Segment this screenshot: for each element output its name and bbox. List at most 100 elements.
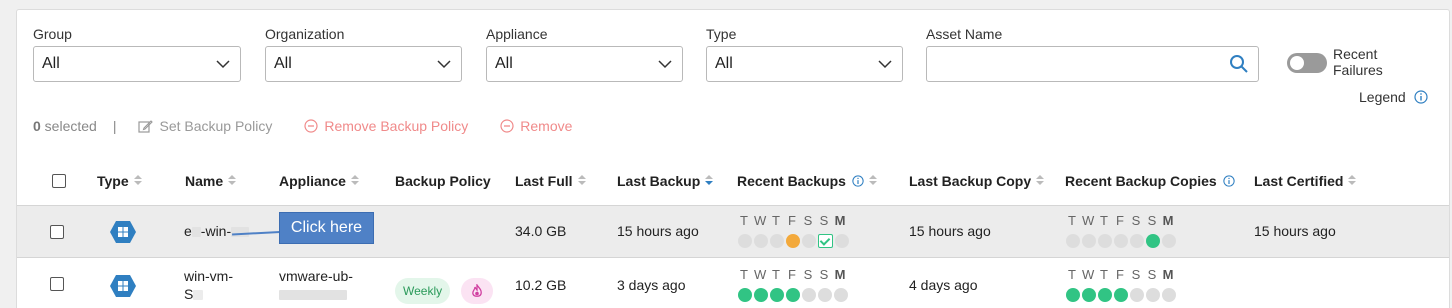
copy-status-dot[interactable] xyxy=(1146,288,1160,302)
organization-select[interactable]: All xyxy=(265,46,462,82)
column-header-backup-policy: Backup Policy xyxy=(395,173,491,189)
column-header-recent-backups[interactable]: Recent Backups xyxy=(737,158,877,204)
legend-link[interactable]: Legend xyxy=(1359,89,1428,105)
asset-name-search-input[interactable] xyxy=(926,46,1259,82)
column-header-recent-backup-copies[interactable]: Recent Backup Copies xyxy=(1065,158,1235,204)
asset-name-cell[interactable]: e -win- xyxy=(184,223,250,239)
column-header-last-backup-copy[interactable]: Last Backup Copy xyxy=(909,158,1045,204)
recent-copies-status xyxy=(1066,288,1178,302)
backup-status-dot[interactable] xyxy=(770,234,784,248)
appliance-cell: vmware-ub- xyxy=(279,267,353,303)
copy-status-dot[interactable] xyxy=(1130,234,1144,248)
table-row[interactable]: e -win- 34.0 GB 15 hours ago TWTFSSM 15 h… xyxy=(17,205,1449,258)
last-backup-cell: 3 days ago xyxy=(617,277,686,293)
protection-panel: Group All Organization All Appliance All… xyxy=(16,9,1450,308)
last-certified-cell: 15 hours ago xyxy=(1254,223,1336,239)
type-select[interactable]: All xyxy=(706,46,903,82)
appliance-filter: Appliance All xyxy=(486,24,683,82)
backup-status-dot-success[interactable] xyxy=(770,288,784,302)
info-icon[interactable] xyxy=(852,175,864,187)
appliance-select-value: All xyxy=(495,55,513,72)
select-all-checkbox[interactable] xyxy=(52,174,66,188)
backup-status-dot-success[interactable] xyxy=(738,288,752,302)
recent-failures-label: Recent Failures xyxy=(1333,46,1383,78)
copy-status-dot-success[interactable] xyxy=(1114,288,1128,302)
policy-badge-weekly[interactable]: Weekly xyxy=(395,278,451,304)
sort-icon xyxy=(868,175,877,187)
backup-status-dot-success[interactable] xyxy=(786,288,800,302)
backup-status-dot[interactable] xyxy=(834,288,848,302)
row-checkbox[interactable] xyxy=(50,225,64,239)
column-header-last-certified[interactable]: Last Certified xyxy=(1254,158,1357,204)
group-select-value: All xyxy=(42,55,60,72)
info-icon[interactable] xyxy=(1223,175,1235,187)
copy-status-dot[interactable] xyxy=(1082,234,1096,248)
copy-status-dot[interactable] xyxy=(1162,288,1176,302)
info-icon xyxy=(1414,90,1428,104)
backup-status-dot[interactable] xyxy=(835,234,849,248)
appliance-filter-label: Appliance xyxy=(486,26,548,42)
copy-status-dot-success[interactable] xyxy=(1082,288,1096,302)
backup-status-dot[interactable] xyxy=(818,288,832,302)
bulk-actions-toolbar: 0 selected | Set Backup Policy Remove Ba… xyxy=(33,116,572,136)
backup-status-dot[interactable] xyxy=(738,234,752,248)
backup-status-dot[interactable] xyxy=(802,234,816,248)
backup-status-dot-success[interactable] xyxy=(754,288,768,302)
remove-button[interactable]: Remove xyxy=(500,118,572,134)
chevron-down-icon xyxy=(216,60,230,69)
copy-status-dot[interactable] xyxy=(1098,234,1112,248)
appliance-select[interactable]: All xyxy=(486,46,683,82)
recent-backups-day-labels: TWTFSSM xyxy=(740,213,846,228)
backup-status-dot[interactable] xyxy=(802,288,816,302)
row-checkbox[interactable] xyxy=(50,277,64,291)
copy-status-dot[interactable] xyxy=(1114,234,1128,248)
type-filter-label: Type xyxy=(706,26,737,42)
recent-copies-status xyxy=(1066,234,1178,248)
recent-copies-day-labels: TWTFSSM xyxy=(1068,213,1174,228)
copy-status-dot[interactable] xyxy=(1162,234,1176,248)
last-backup-copy-cell: 4 days ago xyxy=(909,277,978,293)
toolbar-separator: | xyxy=(112,118,117,134)
table-header: Type Name Appliance Backup Policy Last F… xyxy=(17,158,1449,204)
recent-failures-toggle[interactable] xyxy=(1287,53,1327,73)
legend-label: Legend xyxy=(1359,89,1406,105)
type-filter: Type All xyxy=(706,24,903,82)
copy-status-dot-success[interactable] xyxy=(1098,288,1112,302)
sort-icon xyxy=(228,175,237,187)
group-filter: Group All xyxy=(33,24,241,82)
copy-status-dot[interactable] xyxy=(1130,288,1144,302)
set-backup-policy-label: Set Backup Policy xyxy=(159,118,273,134)
set-backup-policy-button[interactable]: Set Backup Policy xyxy=(138,118,272,134)
recent-copies-day-labels: TWTFSSM xyxy=(1068,267,1174,282)
backup-status-dot-warning[interactable] xyxy=(786,234,800,248)
recent-backups-status xyxy=(738,234,851,248)
minus-circle-icon xyxy=(500,119,514,133)
remove-label: Remove xyxy=(520,118,573,134)
group-select[interactable]: All xyxy=(33,46,241,82)
recent-backups-status xyxy=(738,288,850,302)
flame-icon[interactable] xyxy=(461,278,493,304)
certified-check-icon[interactable] xyxy=(818,234,833,248)
search-icon[interactable] xyxy=(1229,54,1249,74)
copy-status-dot-success[interactable] xyxy=(1146,234,1160,248)
remove-backup-policy-button[interactable]: Remove Backup Policy xyxy=(304,118,468,134)
chevron-down-icon xyxy=(878,60,892,69)
selected-count: 0 selected xyxy=(33,118,97,134)
organization-filter-label: Organization xyxy=(265,26,345,42)
copy-status-dot-success[interactable] xyxy=(1066,288,1080,302)
last-full-cell: 34.0 GB xyxy=(515,223,567,239)
copy-status-dot[interactable] xyxy=(1066,234,1080,248)
column-header-last-full[interactable]: Last Full xyxy=(515,158,586,204)
asset-name-cell[interactable]: win-vm- S xyxy=(184,267,233,303)
group-filter-label: Group xyxy=(33,26,72,42)
column-header-name[interactable]: Name xyxy=(185,158,237,204)
column-header-last-backup[interactable]: Last Backup xyxy=(617,158,714,204)
backup-status-dot[interactable] xyxy=(754,234,768,248)
column-header-appliance[interactable]: Appliance xyxy=(279,158,359,204)
last-full-cell: 10.2 GB xyxy=(515,277,567,293)
windows-vm-icon xyxy=(110,275,136,297)
last-backup-cell: 15 hours ago xyxy=(617,223,699,239)
recent-backups-day-labels: TWTFSSM xyxy=(740,267,846,282)
column-header-type[interactable]: Type xyxy=(97,158,142,204)
table-row[interactable]: win-vm- S vmware-ub- Weekly 10.2 GB 3 da… xyxy=(17,259,1449,308)
